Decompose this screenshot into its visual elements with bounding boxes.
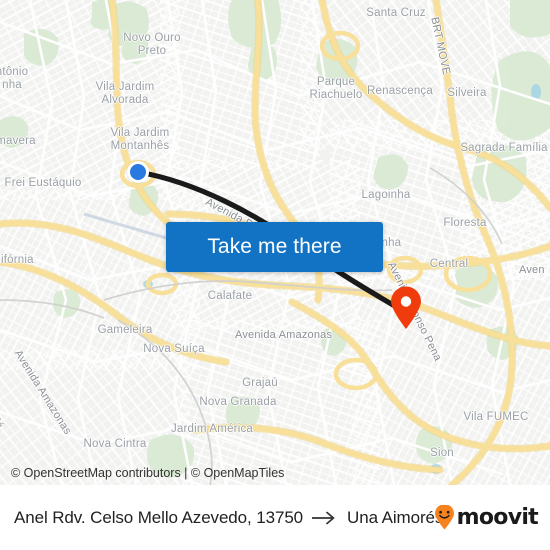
moovit-pin-icon xyxy=(434,504,455,530)
bottom-bar: Anel Rdv. Celso Mello Azevedo, 13750 Una… xyxy=(0,485,550,550)
destination-label: Una Aimorés xyxy=(347,507,444,527)
origin-marker[interactable] xyxy=(127,161,149,183)
map-attribution[interactable]: © OpenStreetMap contributors | © OpenMap… xyxy=(11,466,284,480)
route-summary: Anel Rdv. Celso Mello Azevedo, 13750 Una… xyxy=(14,507,443,528)
origin-label: Anel Rdv. Celso Mello Azevedo, 13750 xyxy=(14,507,304,527)
moovit-logo[interactable]: moovit xyxy=(434,504,539,530)
arrow-right-icon xyxy=(311,511,338,525)
map-canvas[interactable]: Novo Ouro Preto Vila Jardim Alvorada Vila … xyxy=(0,0,550,485)
destination-marker[interactable] xyxy=(389,286,423,330)
moovit-wordmark: moovit xyxy=(456,505,539,530)
take-me-there-button[interactable]: Take me there xyxy=(166,222,383,272)
moovit-map-screen: Novo Ouro Preto Vila Jardim Alvorada Vila … xyxy=(0,0,550,550)
